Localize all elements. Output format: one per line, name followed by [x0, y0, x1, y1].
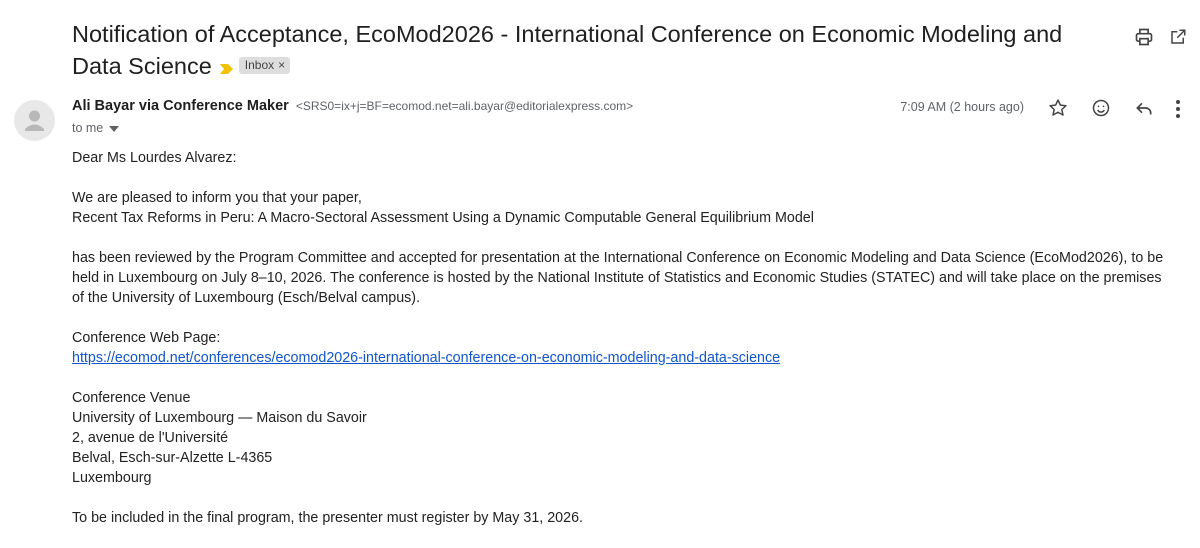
open-in-new-window-icon[interactable] — [1168, 27, 1188, 47]
venue-line: Luxembourg — [72, 470, 152, 486]
acceptance-paragraph: has been reviewed by the Program Committ… — [72, 250, 1164, 306]
venue-block: Conference Venue University of Luxembour… — [72, 388, 1172, 488]
inbox-label-text: Inbox — [244, 58, 275, 73]
web-page-block: Conference Web Page: https://ecomod.net/… — [72, 328, 1172, 368]
thread-toolbar — [1134, 27, 1188, 47]
venue-line: 2, avenue de l'Université — [72, 430, 229, 446]
chevron-down-icon[interactable] — [109, 121, 120, 135]
venue-line: Belval, Esch-sur-Alzette L-4365 — [72, 450, 273, 466]
paper-title: Recent Tax Reforms in Peru: A Macro-Sect… — [72, 210, 814, 226]
venue-line: University of Luxembourg — Maison du Sav… — [72, 410, 367, 426]
inbox-label-chip[interactable]: Inbox × — [238, 57, 291, 75]
print-icon[interactable] — [1134, 27, 1154, 47]
email-timestamp: 7:09 AM (2 hours ago) — [900, 100, 1024, 114]
venue-line: Conference Venue — [72, 390, 191, 406]
sender-line: Ali Bayar via Conference Maker <SRS0=ix+… — [72, 98, 633, 114]
more-vert-icon[interactable] — [1168, 98, 1188, 120]
message-actions — [1047, 97, 1155, 119]
sender-name[interactable]: Ali Bayar via Conference Maker — [72, 98, 289, 114]
email-subject-row: Notification of Acceptance, EcoMod2026 -… — [72, 18, 1112, 84]
intro-paragraph: We are pleased to inform you that your p… — [72, 188, 1172, 228]
sender-email: <SRS0=ix+j=BF=ecomod.net=ali.bayar@edito… — [295, 99, 634, 113]
intro-line: We are pleased to inform you that your p… — [72, 190, 362, 206]
email-subject: Notification of Acceptance, EcoMod2026 -… — [72, 18, 1112, 84]
conference-web-link[interactable]: https://ecomod.net/conferences/ecomod202… — [72, 348, 1172, 368]
emoji-reaction-icon[interactable] — [1090, 97, 1112, 119]
importance-marker-icon[interactable] — [219, 50, 233, 82]
reply-icon[interactable] — [1133, 97, 1155, 119]
remove-label-icon[interactable]: × — [278, 58, 285, 72]
greeting: Dear Ms Lourdes Alvarez: — [72, 150, 237, 166]
star-icon[interactable] — [1047, 97, 1069, 119]
recipient-details-toggle[interactable]: to me — [72, 121, 120, 135]
sender-avatar[interactable] — [14, 100, 55, 141]
web-page-label: Conference Web Page: — [72, 330, 221, 346]
email-body: Dear Ms Lourdes Alvarez: We are pleased … — [72, 148, 1172, 548]
registration-deadline: To be included in the final program, the… — [72, 510, 583, 526]
recipient-text: to me — [72, 121, 104, 135]
